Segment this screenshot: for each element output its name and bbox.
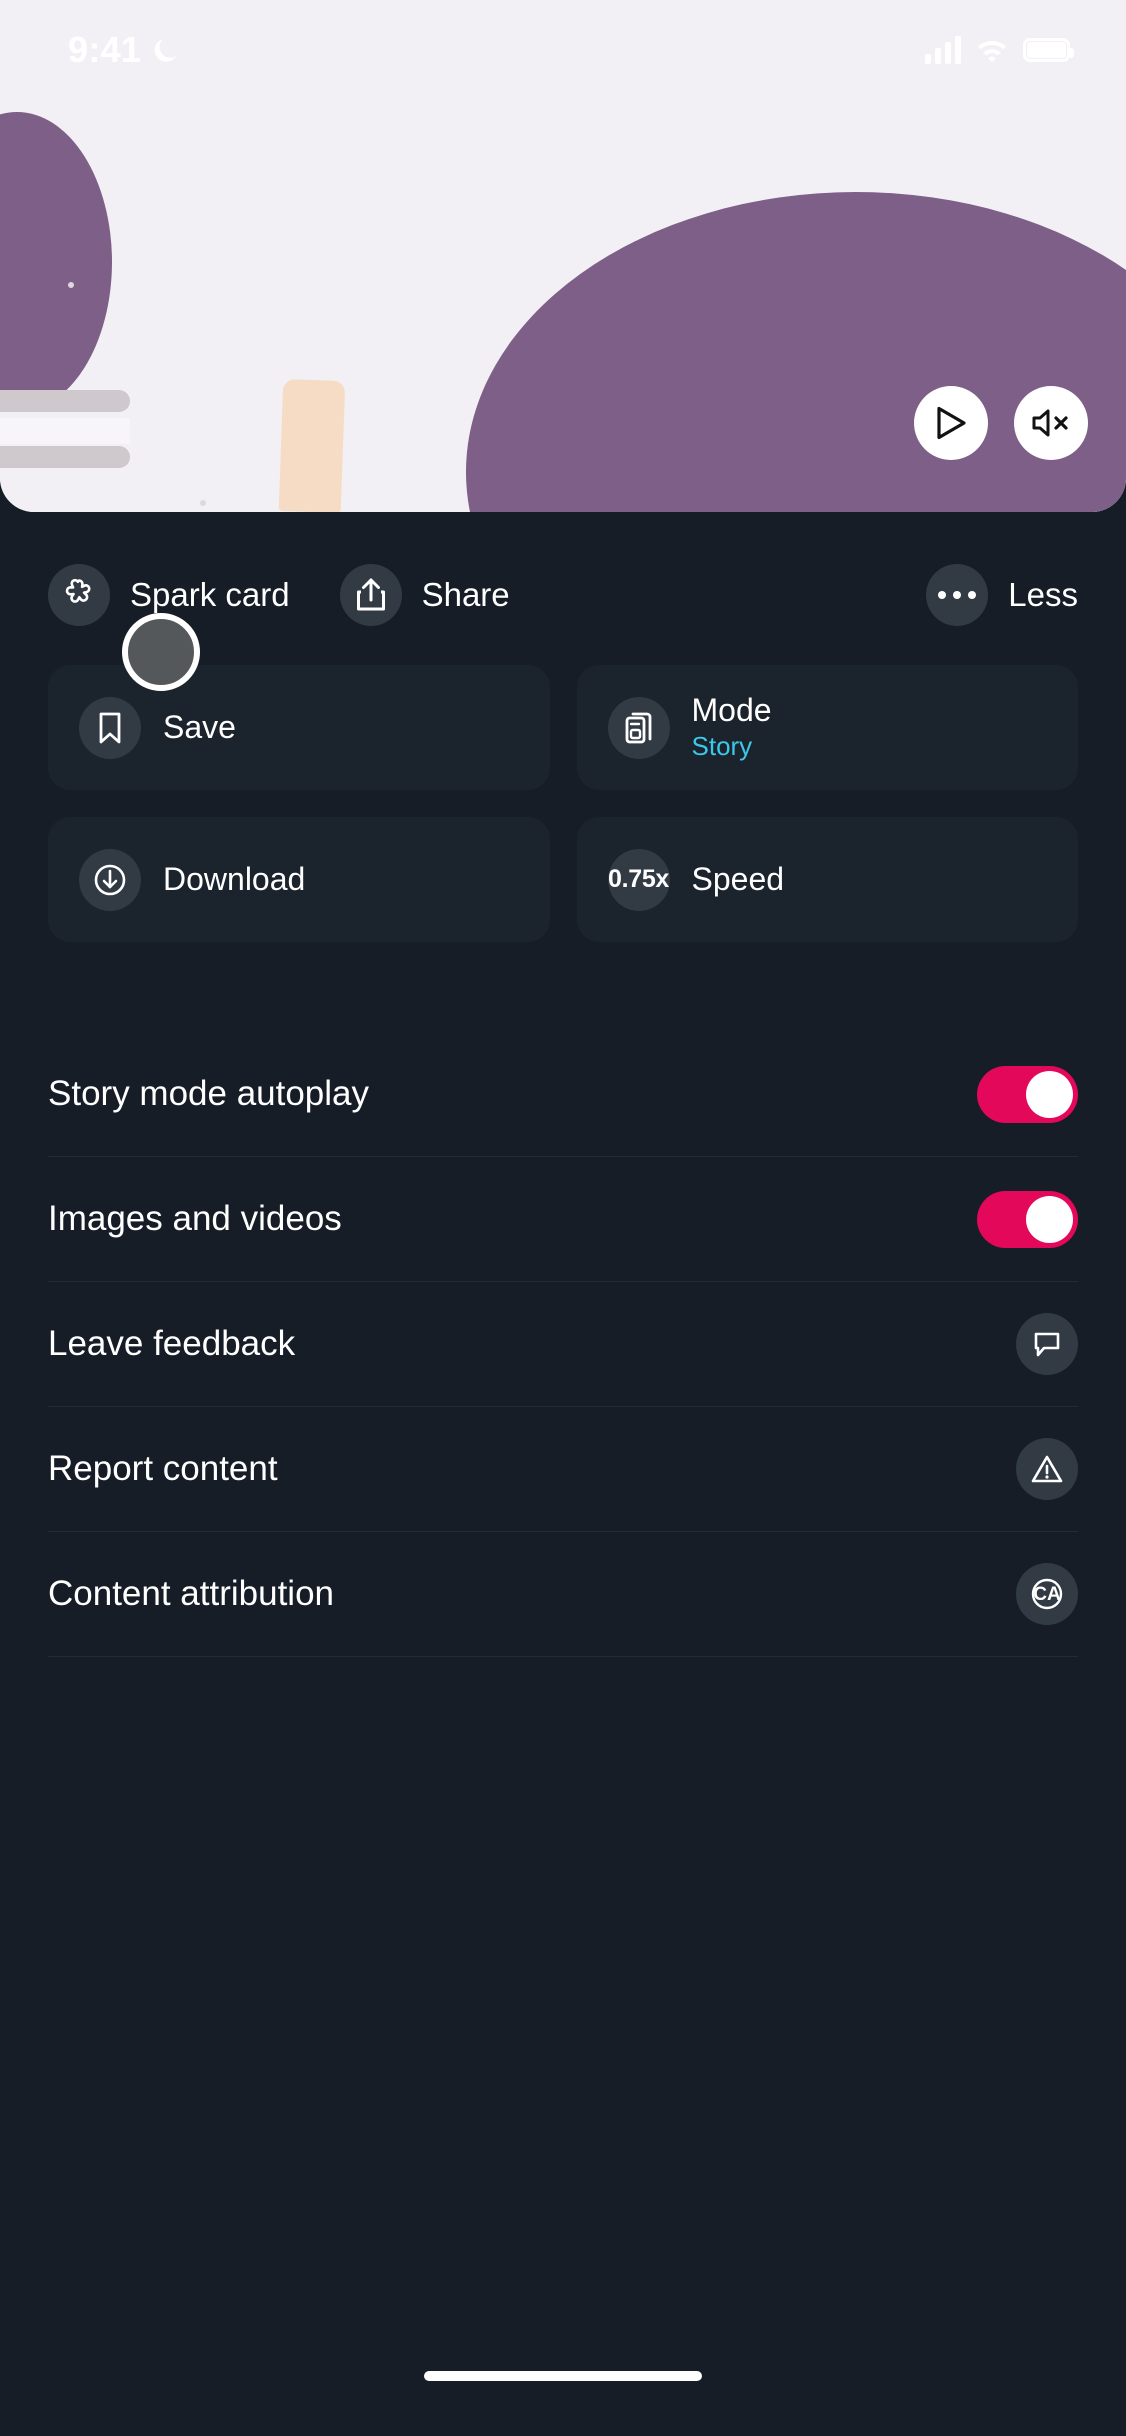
share-label: Share (421, 576, 510, 613)
speed-badge-wrap: 0.75x (607, 848, 670, 911)
images-and-videos-toggle[interactable] (977, 1190, 1078, 1248)
share-button[interactable]: Share (339, 564, 927, 626)
battery-full-icon (1023, 38, 1074, 62)
decorative-strip-1 (0, 390, 130, 412)
save-card-title: Save (163, 709, 236, 746)
stacked-cards-icon-wrap (607, 696, 670, 759)
story-mode-autoplay-toggle[interactable] (977, 1065, 1078, 1123)
speed-card-texts: Speed (692, 860, 785, 898)
mode-card-texts: Mode Story (692, 691, 772, 764)
decorative-speck (68, 282, 74, 288)
row-label: Report content (48, 1449, 278, 1488)
speaker-mute-icon (1032, 409, 1068, 437)
download-card-title: Download (163, 861, 306, 898)
speed-value-badge: 0.75x (607, 865, 670, 893)
toggle-knob (1026, 1195, 1073, 1243)
mode-card-value: Story (691, 731, 753, 762)
play-triangle-icon (937, 406, 966, 440)
toggle-knob (1026, 1070, 1073, 1118)
spark-card-label: Spark card (130, 576, 290, 613)
decorative-gap (0, 418, 130, 444)
content-attribution-icon: CA (1031, 1578, 1063, 1610)
cellular-signal-icon (925, 36, 961, 64)
download-circle-icon (94, 864, 126, 895)
speed-card-title: Speed (691, 861, 785, 898)
media-preview[interactable]: 9:41 (0, 0, 1126, 512)
download-card-texts: Download (163, 860, 305, 898)
status-bar-right (925, 36, 1074, 64)
media-controls (914, 386, 1088, 460)
spark-star-icon (65, 578, 91, 603)
mute-button[interactable] (1014, 386, 1088, 460)
leave-feedback-button[interactable] (1016, 1313, 1078, 1375)
speech-bubble-icon (1034, 1332, 1060, 1357)
status-bar: 9:41 (0, 0, 1126, 100)
save-card[interactable]: Save (48, 665, 550, 790)
ellipsis-icon-wrap (926, 564, 989, 626)
crescent-moon-icon (154, 39, 177, 62)
play-button[interactable] (914, 386, 988, 460)
options-panel: Spark card Share Less Save Mode Story Do… (0, 512, 1126, 2436)
decorative-strip-2 (0, 446, 130, 468)
status-bar-time: 9:41 (68, 29, 142, 70)
bookmark-icon-wrap (79, 696, 141, 759)
row-label: Content attribution (48, 1574, 335, 1613)
content-attribution-button[interactable]: CA (1016, 1563, 1078, 1625)
row-report-content[interactable]: Report content (48, 1407, 1078, 1532)
action-row: Spark card Share Less (48, 556, 1078, 634)
warning-triangle-icon (1031, 1455, 1063, 1483)
touch-indicator (122, 613, 200, 691)
stacked-cards-icon (625, 712, 651, 743)
spark-star-icon-wrap (48, 564, 110, 626)
wifi-icon (978, 41, 1006, 62)
speed-card[interactable]: 0.75x Speed (576, 817, 1078, 942)
save-card-texts: Save (163, 708, 236, 746)
report-content-button[interactable] (1016, 1438, 1078, 1500)
row-images-and-videos[interactable]: Images and videos (48, 1157, 1078, 1282)
row-leave-feedback[interactable]: Leave feedback (48, 1282, 1078, 1407)
home-indicator-bar[interactable] (424, 2371, 702, 2381)
download-circle-icon-wrap (79, 848, 141, 911)
share-upload-icon (356, 578, 385, 611)
row-content-attribution[interactable]: Content attribution CA (48, 1532, 1078, 1657)
row-story-mode-autoplay[interactable]: Story mode autoplay (48, 1032, 1078, 1157)
row-label: Story mode autoplay (48, 1074, 370, 1113)
decorative-hand-shape (278, 378, 346, 512)
row-label: Leave feedback (48, 1324, 296, 1363)
mode-card-title: Mode (691, 691, 772, 728)
less-label: Less (1008, 576, 1078, 613)
content-attribution-icon-text: CA (1033, 1584, 1061, 1605)
less-button[interactable]: Less (926, 564, 1078, 626)
status-bar-left: 9:41 (68, 29, 179, 71)
app-screen: 9:41 Spark card Share Less Save Mode Sto… (0, 0, 1126, 2436)
ellipsis-icon (938, 591, 977, 599)
home-indicator-area (0, 2316, 1126, 2436)
row-label: Images and videos (48, 1199, 342, 1238)
decorative-speck (200, 500, 206, 506)
quick-action-grid: Save Mode Story Download 0.75x Speed (48, 665, 1078, 942)
share-upload-icon-wrap (339, 564, 402, 626)
bookmark-icon (99, 712, 121, 743)
download-card[interactable]: Download (48, 817, 550, 942)
settings-list: Story mode autoplay Images and videos Le… (48, 1032, 1078, 1657)
mode-card[interactable]: Mode Story (576, 665, 1078, 790)
